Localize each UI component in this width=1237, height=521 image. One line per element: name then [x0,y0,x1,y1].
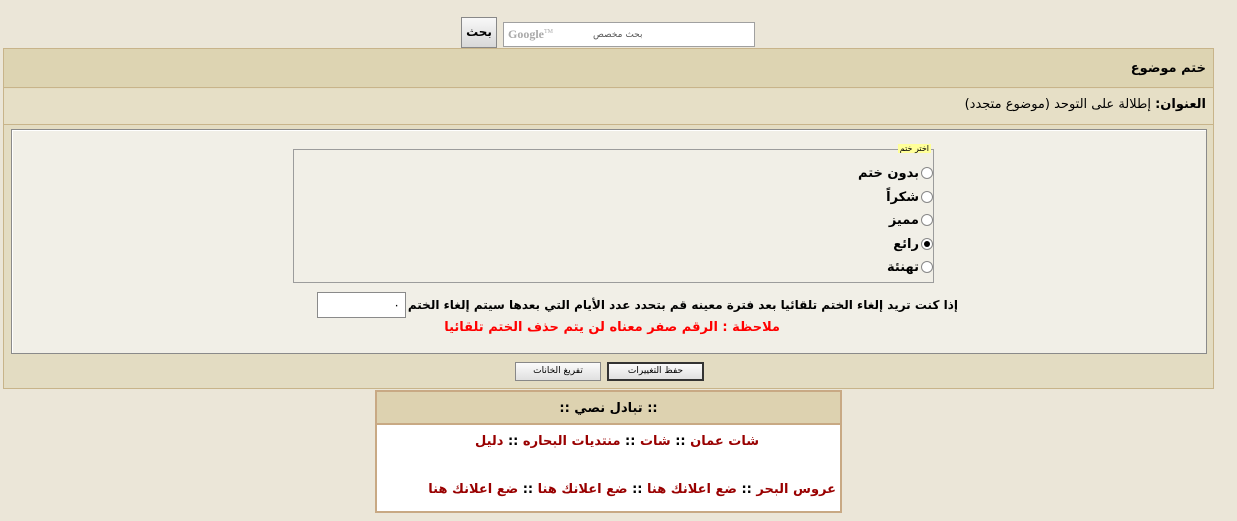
radio-selected-icon[interactable] [921,238,933,250]
auto-remove-label: إذا كنت تريد إلغاء الختم تلقائيا بعد فتر… [407,298,958,312]
search-placeholder: بحث مخصص [593,30,643,40]
link-chat[interactable]: شات [640,434,671,449]
radio-icon[interactable] [921,261,933,273]
separator: :: [625,434,636,449]
stamp-option-great[interactable]: رائع [893,234,933,254]
search-button[interactable]: بحث [461,17,497,48]
stamp-option-congrats[interactable]: تهنئة [887,257,933,277]
radio-icon[interactable] [921,167,933,179]
link-sea-bride[interactable]: عروس البحر [756,482,836,497]
save-changes-button[interactable]: حفظ التغييرات [607,362,704,381]
search-input[interactable]: GoogleTM بحث مخصص [503,22,755,47]
separator: :: [741,482,752,497]
zero-note: ملاحظة : الرقم صفر معناه لن يتم حذف الخت… [444,320,780,335]
stamp-form: اختر ختم بدون ختم شكراً مميز رائع تهنئة [11,129,1207,354]
separator: :: [507,434,519,449]
days-input[interactable] [316,292,406,318]
radio-icon[interactable] [921,214,933,226]
separator: :: [632,482,643,497]
link-sailors-forums[interactable]: منتديات البحاره [523,434,621,449]
stamp-option-label: رائع [893,236,919,252]
link-ad-slot[interactable]: ضع اعلانك هنا [428,482,518,497]
link-ad-slot[interactable]: ضع اعلانك هنا [538,482,628,497]
stamp-option-label: بدون ختم [858,165,919,181]
link-ad-slot[interactable]: ضع اعلانك هنا [647,482,737,497]
stamp-thread-panel: ختم موضوع العنوان: إطلالة على التوحد (مو… [3,48,1214,389]
stamp-fieldset: اختر ختم بدون ختم شكراً مميز رائع تهنئة [293,144,934,283]
stamp-option-label: شكراً [886,189,919,205]
exchange-title: :: تبادل نصي :: [377,392,840,425]
exchange-row-2: عروس البحر :: ضع اعلانك هنا :: ضع اعلانك… [428,482,836,497]
stamp-option-label: تهنئة [887,259,919,275]
radio-icon[interactable] [921,191,933,203]
stamp-legend: اختر ختم [897,144,931,153]
title-label: العنوان: [1155,97,1206,112]
stamp-option-none[interactable]: بدون ختم [858,163,933,183]
stamp-option-thanks[interactable]: شكراً [886,187,933,207]
stamp-option-featured[interactable]: مميز [889,210,933,230]
google-brand: GoogleTM [508,27,553,41]
stamp-option-label: مميز [888,212,919,228]
thread-title: إطلالة على التوحد (موضوع متجدد) [964,97,1151,112]
auto-remove-row: إذا كنت تريد إلغاء الختم تلقائيا بعد فتر… [316,292,958,318]
separator: :: [675,434,686,449]
exchange-row-1: شات عمان :: شات :: منتديات البحاره :: دل… [475,434,759,449]
link-directory[interactable]: دليل [475,434,503,449]
thread-title-row: العنوان: إطلالة على التوحد (موضوع متجدد) [4,89,1213,125]
panel-title: ختم موضوع [4,49,1213,88]
separator: :: [522,482,534,497]
reset-fields-button[interactable]: تفريغ الخانات [515,362,601,381]
text-exchange-box: :: تبادل نصي :: شات عمان :: شات :: منتدي… [375,390,842,513]
link-oman-chat[interactable]: شات عمان [690,434,759,449]
